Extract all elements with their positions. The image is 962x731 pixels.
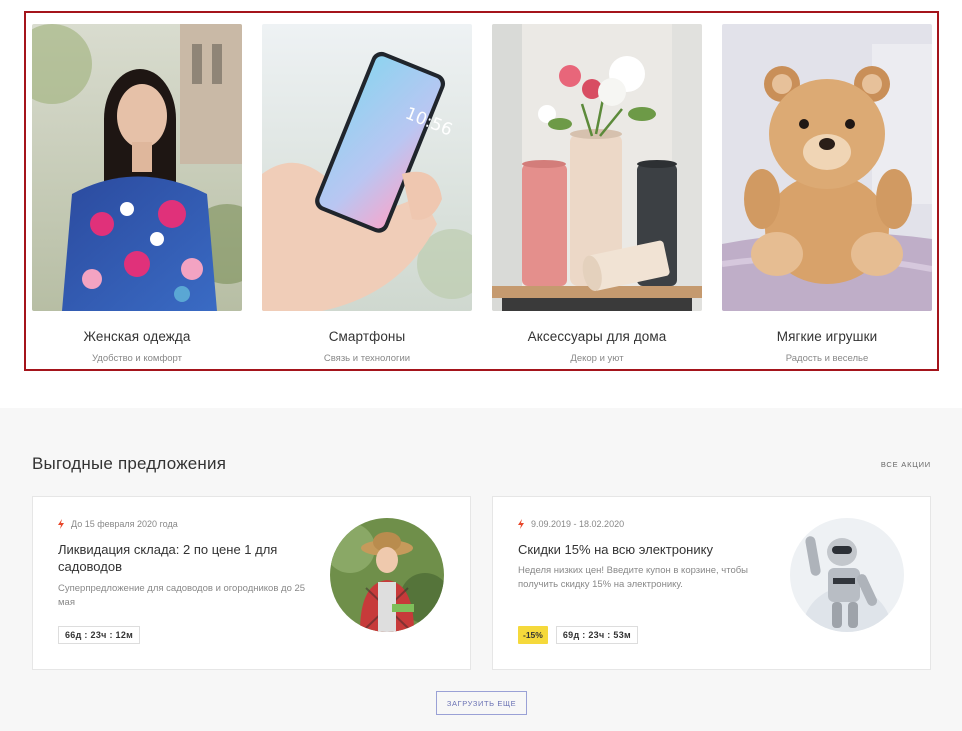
countdown-timer: 69д : 23ч : 53м [555, 626, 638, 644]
category-card-soft-toys[interactable]: Мягкие игрушки Радость и веселье [722, 24, 932, 364]
offer-image-robot[interactable] [790, 518, 904, 632]
offer-title[interactable]: Ликвидация склада: 2 по цене 1 для садов… [58, 541, 308, 575]
category-subtitle: Декор и уют [570, 353, 624, 364]
category-card-home-accessories[interactable]: Аксессуары для дома Декор и уют [492, 24, 702, 364]
offer-description: Неделя низких цен! Введите купон в корзи… [518, 565, 748, 590]
category-subtitle: Радость и веселье [785, 353, 869, 364]
category-grid: Женская одежда Удобство и комфорт 10:56 … [24, 11, 939, 371]
category-image-home-accessories[interactable] [492, 24, 702, 311]
category-name[interactable]: Аксессуары для дома [492, 329, 702, 344]
section-title: Выгодные предложения [32, 454, 227, 473]
countdown-timer: 66д : 23ч : 12м [58, 626, 141, 644]
offer-date-row: До 15 февраля 2020 года [57, 519, 178, 529]
all-offers-link[interactable]: Все акции [881, 460, 931, 469]
category-card-womens-clothing[interactable]: Женская одежда Удобство и комфорт [32, 24, 242, 364]
offer-title[interactable]: Скидки 15% на всю электронику [518, 541, 768, 558]
offer-date: До 15 февраля 2020 года [71, 519, 178, 529]
offer-timer-row: 66д : 23ч : 12м [58, 626, 141, 644]
offer-timer-row: -15% 69д : 23ч : 53м [518, 626, 638, 644]
lightning-icon [58, 519, 64, 529]
offer-description: Суперпредложение для садоводов и огородн… [58, 583, 306, 608]
category-image-womens-clothing[interactable] [32, 24, 242, 311]
offer-date: 9.09.2019 - 18.02.2020 [531, 519, 625, 529]
category-name[interactable]: Мягкие игрушки [722, 329, 932, 344]
offer-card-electronics[interactable]: 9.09.2019 - 18.02.2020 Скидки 15% на всю… [492, 496, 931, 670]
category-image-soft-toys[interactable] [722, 24, 932, 311]
discount-badge: -15% [518, 626, 548, 644]
category-subtitle: Удобство и комфорт [92, 353, 182, 364]
category-image-smartphones[interactable]: 10:56 [262, 24, 472, 311]
category-name[interactable]: Женская одежда [32, 329, 242, 344]
offer-card-garden[interactable]: До 15 февраля 2020 года Ликвидация склад… [32, 496, 471, 670]
offer-date-row: 9.09.2019 - 18.02.2020 [517, 519, 624, 529]
load-more-button[interactable]: Загрузить еще [436, 691, 527, 715]
category-card-smartphones[interactable]: 10:56 Смартфоны Связь и технологии [262, 24, 472, 364]
lightning-icon [518, 519, 524, 529]
offer-image-gardener[interactable] [330, 518, 444, 632]
category-subtitle: Связь и технологии [323, 353, 411, 364]
category-name[interactable]: Смартфоны [262, 329, 472, 344]
offers-section: Выгодные предложения Все акции До 15 фев… [0, 408, 962, 731]
